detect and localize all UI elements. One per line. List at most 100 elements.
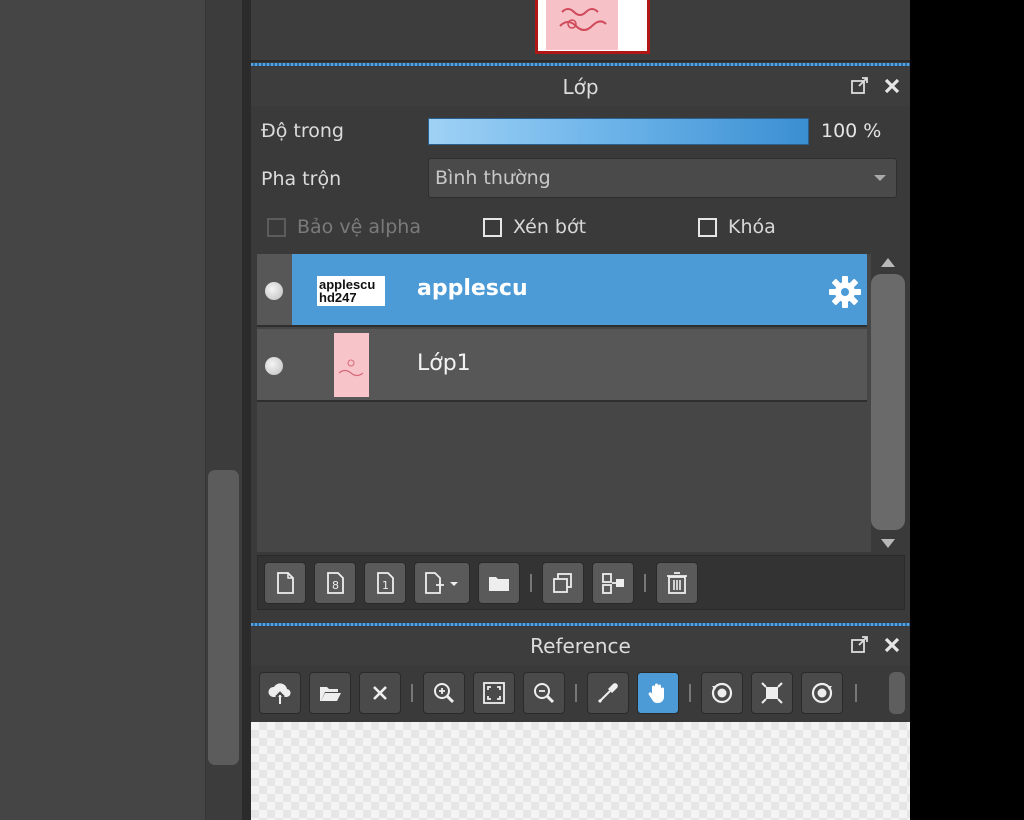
opacity-label: Độ trong <box>261 120 344 142</box>
layer-body[interactable]: Lớp1 <box>292 329 867 400</box>
svg-text:8: 8 <box>332 579 339 592</box>
svg-text:1: 1 <box>382 579 389 592</box>
close-icon[interactable] <box>882 76 902 96</box>
zoom-in-button[interactable] <box>423 672 465 714</box>
toolbar-separator <box>530 574 532 592</box>
rotate-left-button[interactable] <box>701 672 743 714</box>
checkbox-box <box>698 217 717 237</box>
navigator-artwork <box>559 8 607 31</box>
reference-panel-header: Reference <box>251 627 910 665</box>
layer-list[interactable]: applescu hd247 applescu Lớp1 <box>257 254 871 552</box>
upload-reference-button[interactable] <box>259 672 301 714</box>
add-layer-dropdown-button[interactable] <box>414 562 470 604</box>
layer-row-applescu[interactable]: applescu hd247 applescu <box>257 254 867 327</box>
layer-toolbar: 8 1 <box>257 555 905 610</box>
canvas-vertical-scrollbar[interactable] <box>205 0 242 820</box>
scroll-down-icon[interactable] <box>881 539 895 548</box>
panel-splitter[interactable] <box>242 0 251 820</box>
layers-panel-title: Lớp <box>562 75 599 99</box>
visibility-icon <box>265 357 283 375</box>
scroll-up-icon[interactable] <box>881 258 895 267</box>
add-layer-icon <box>425 572 458 594</box>
reference-toolbar <box>251 666 910 720</box>
gear-icon[interactable] <box>827 274 863 310</box>
rotate-right-button[interactable] <box>801 672 843 714</box>
actual-size-icon <box>761 682 783 704</box>
reset-view-button[interactable] <box>751 672 793 714</box>
chevron-down-icon <box>874 175 886 181</box>
canvas-area[interactable] <box>0 0 205 820</box>
rotate-right-icon <box>811 682 833 704</box>
checkbox-box <box>483 217 502 237</box>
fit-view-button[interactable] <box>473 672 515 714</box>
duplicate-icon <box>553 573 572 593</box>
new-layer-button[interactable] <box>264 562 306 604</box>
layer-thumbnail <box>334 333 369 397</box>
new-page-icon <box>277 572 294 594</box>
canvas-scroll-thumb[interactable] <box>208 470 239 765</box>
visibility-icon <box>265 282 283 300</box>
zoom-out-button[interactable] <box>523 672 565 714</box>
hand-tool-button[interactable] <box>637 672 679 714</box>
clipping-label: Xén bớt <box>513 216 587 238</box>
eyedropper-button[interactable] <box>587 672 629 714</box>
blend-mode-label: Pha trộn <box>261 168 342 190</box>
toolbar-separator <box>855 684 857 702</box>
cloud-upload-icon <box>268 683 291 704</box>
toolbar-separator <box>575 684 577 702</box>
navigator-view-frame[interactable] <box>535 0 650 54</box>
trash-icon <box>667 572 687 594</box>
protect-alpha-checkbox[interactable]: Bảo vệ alpha <box>267 216 421 238</box>
layer-list-scroll-thumb[interactable] <box>871 274 905 530</box>
new-1bit-layer-button[interactable]: 1 <box>364 562 406 604</box>
lock-checkbox[interactable]: Khóa <box>698 216 776 238</box>
visibility-toggle[interactable] <box>257 329 292 400</box>
opacity-slider[interactable] <box>428 118 809 145</box>
reference-toolbar-scroll[interactable] <box>889 672 905 714</box>
layer-body[interactable]: applescu hd247 applescu <box>292 254 867 325</box>
layer-name: applescu <box>417 276 528 301</box>
clipping-checkbox[interactable]: Xén bớt <box>483 216 586 238</box>
new-folder-button[interactable] <box>478 562 520 604</box>
fit-screen-icon <box>483 682 505 704</box>
panel-separator <box>251 623 910 626</box>
eyedropper-icon <box>597 683 618 704</box>
side-panel: Lớp Độ trong 100 % Pha trộn Bình thường … <box>251 0 910 820</box>
toolbar-separator <box>644 574 646 592</box>
rotate-left-icon <box>711 682 733 704</box>
lock-label: Khóa <box>728 216 776 238</box>
reference-panel-title: Reference <box>530 634 631 658</box>
protect-alpha-label: Bảo vệ alpha <box>297 216 421 238</box>
1bit-layer-icon: 1 <box>377 572 394 594</box>
close-icon <box>373 686 387 700</box>
layers-panel-header: Lớp <box>251 68 910 106</box>
layer-thumbnail: applescu hd247 <box>317 276 385 306</box>
reference-canvas[interactable] <box>251 722 910 820</box>
layer-name: Lớp1 <box>417 351 471 376</box>
open-reference-button[interactable] <box>309 672 351 714</box>
panel-separator <box>251 63 910 66</box>
toolbar-separator <box>411 684 413 702</box>
merge-layer-button[interactable] <box>592 562 634 604</box>
navigator-panel <box>251 0 910 62</box>
zoom-in-icon <box>434 683 455 704</box>
layer-row-lop1[interactable]: Lớp1 <box>257 329 867 402</box>
right-empty-area <box>910 0 1024 820</box>
navigator-preview <box>546 0 618 50</box>
new-8bit-layer-button[interactable]: 8 <box>314 562 356 604</box>
close-icon[interactable] <box>882 635 902 655</box>
popout-icon[interactable] <box>850 635 870 655</box>
layer-list-scrollbar[interactable] <box>871 254 905 552</box>
folder-open-icon <box>320 687 341 701</box>
popout-icon[interactable] <box>850 76 870 96</box>
visibility-toggle[interactable] <box>257 254 292 325</box>
blend-mode-select[interactable]: Bình thường <box>428 158 897 198</box>
toolbar-separator <box>689 684 691 702</box>
duplicate-layer-button[interactable] <box>542 562 584 604</box>
thumbnail-artwork <box>338 359 364 377</box>
zoom-out-icon <box>534 683 555 704</box>
delete-layer-button[interactable] <box>656 562 698 604</box>
remove-reference-button[interactable] <box>359 672 401 714</box>
merge-down-icon <box>602 573 624 594</box>
opacity-value: 100 % <box>821 120 882 142</box>
